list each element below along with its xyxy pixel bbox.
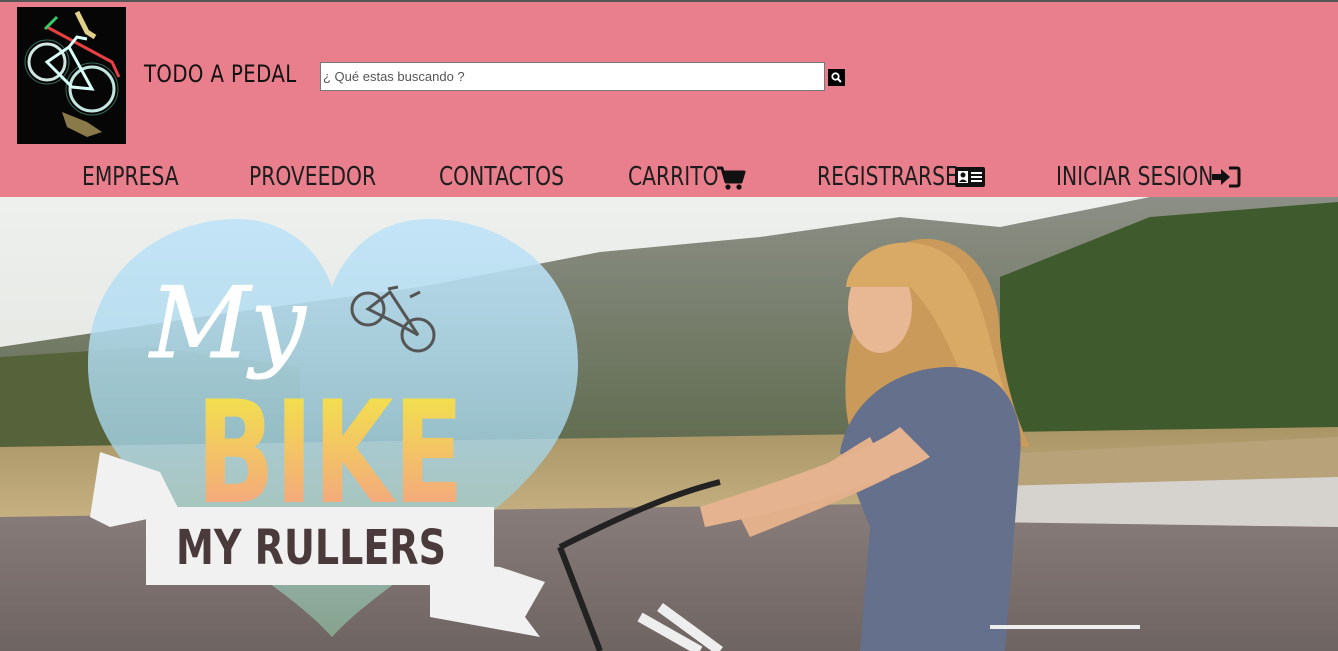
hero-big-word: BIKE xyxy=(196,371,464,536)
hero-banner-text: MY RULLERS xyxy=(176,520,446,576)
hero-image: My BIKE MY RULLERS xyxy=(0,197,1338,651)
search-button[interactable] xyxy=(828,69,845,86)
site-header: TODO A PEDAL EMPRESA PROVEEDOR CONTACTOS… xyxy=(0,2,1338,197)
nav-label-empresa: EMPRESA xyxy=(82,162,179,192)
neon-bike-logo[interactable] xyxy=(17,7,126,144)
nav-label-proveedor: PROVEEDOR xyxy=(249,162,377,192)
brand-name: TODO A PEDAL xyxy=(144,60,297,88)
nav-item-proveedor[interactable]: PROVEEDOR xyxy=(249,157,412,197)
search-icon xyxy=(831,72,842,83)
nav-item-empresa[interactable]: EMPRESA xyxy=(82,157,206,197)
nav-label-iniciar-sesion: INICIAR SESION xyxy=(1056,162,1214,192)
sign-in-icon xyxy=(1212,166,1241,188)
search-input[interactable] xyxy=(320,62,825,91)
hero-script-word: My xyxy=(148,267,307,381)
main-nav: EMPRESA PROVEEDOR CONTACTOS CARRITO REGI… xyxy=(0,157,1338,197)
nav-item-iniciar-sesion[interactable]: INICIAR SESION xyxy=(1056,157,1246,197)
neon-bike-icon xyxy=(17,7,126,144)
nav-label-registrarse: REGISTRARSE xyxy=(817,162,958,192)
nav-item-contactos[interactable]: CONTACTOS xyxy=(439,157,599,197)
hero-banner: My BIKE MY RULLERS xyxy=(0,197,1338,651)
nav-item-registrarse[interactable]: REGISTRARSE xyxy=(817,157,987,197)
nav-item-carrito[interactable]: CARRITO xyxy=(628,157,748,197)
nav-label-contactos: CONTACTOS xyxy=(439,162,565,192)
nav-label-carrito: CARRITO xyxy=(628,162,719,192)
id-card-icon xyxy=(955,167,985,187)
cart-icon xyxy=(717,166,746,190)
